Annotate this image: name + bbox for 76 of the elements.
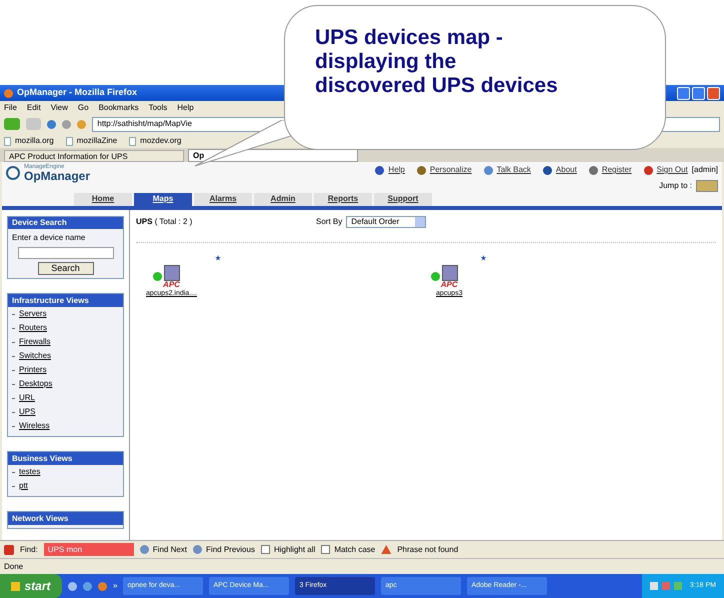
- link-icon: [484, 166, 493, 174]
- callout-text: UPS devices map - displaying the discovered UPS devices: [315, 26, 559, 98]
- browser-tab[interactable]: APC Product Information for UPS: [4, 150, 184, 162]
- warning-icon: [381, 545, 392, 554]
- menu-item[interactable]: Bookmarks: [98, 102, 139, 114]
- find-previous-button[interactable]: Find Previous: [193, 544, 255, 556]
- checkbox[interactable]: [321, 545, 330, 554]
- jump-to-button[interactable]: [696, 180, 718, 192]
- view-link[interactable]: Firewalls: [19, 336, 51, 348]
- vendor-logo: APC: [163, 281, 180, 289]
- header-link[interactable]: Sign Out: [656, 164, 688, 176]
- vendor-logo: APC: [440, 281, 458, 289]
- view-link[interactable]: Routers: [19, 322, 48, 334]
- bookmark-link[interactable]: mozillaZine: [66, 135, 118, 147]
- view-link[interactable]: UPS: [19, 406, 36, 418]
- status-text: Done: [4, 560, 24, 572]
- nav-tab[interactable]: Reports: [314, 193, 372, 206]
- header-link[interactable]: Personalize: [430, 164, 472, 176]
- find-next-button[interactable]: Find Next: [140, 544, 188, 556]
- start-button[interactable]: start: [0, 574, 62, 598]
- map-title: UPS ( Total : 2 ): [136, 216, 194, 228]
- nav-tab[interactable]: Home: [74, 193, 132, 206]
- search-button[interactable]: Search: [38, 262, 94, 275]
- menu-item[interactable]: Tools: [148, 102, 168, 114]
- header-link[interactable]: About: [556, 164, 577, 176]
- nav-tab[interactable]: Support: [374, 193, 432, 206]
- checkbox-label: Match case: [334, 544, 376, 556]
- header-link[interactable]: Talk Back: [496, 164, 531, 176]
- view-link[interactable]: Switches: [19, 350, 52, 362]
- menu-item[interactable]: Edit: [26, 102, 41, 114]
- bookmark-link[interactable]: mozilla.org: [4, 135, 54, 147]
- menu-item[interactable]: File: [4, 102, 17, 114]
- view-link[interactable]: ptt: [19, 480, 28, 492]
- header-link[interactable]: Register: [602, 164, 632, 176]
- view-link[interactable]: Desktops: [19, 378, 52, 390]
- link-icon: [542, 166, 552, 174]
- panel-title: Infrastructure Views: [8, 294, 124, 307]
- nav-tab[interactable]: Maps: [134, 193, 192, 206]
- maximize-button[interactable]: [692, 86, 705, 100]
- view-link[interactable]: Printers: [19, 364, 47, 376]
- device-name-field[interactable]: [18, 247, 114, 259]
- find-field[interactable]: UPS mon: [44, 543, 134, 556]
- checkbox-label: Highlight all: [274, 544, 316, 556]
- user-name: [admin]: [692, 164, 718, 176]
- overflow-chevron[interactable]: »: [113, 580, 118, 592]
- panel-title: Network Views: [8, 512, 124, 525]
- close-button[interactable]: [707, 86, 720, 100]
- link-icon: [416, 166, 426, 174]
- link-icon: [644, 166, 653, 174]
- view-link[interactable]: Servers: [19, 308, 47, 320]
- panel-title: Device Search: [8, 217, 124, 229]
- find-label: Find:: [20, 544, 38, 556]
- menu-item[interactable]: View: [50, 102, 68, 114]
- menu-item[interactable]: Help: [177, 102, 194, 114]
- jump-to-label: Jump to :: [659, 180, 692, 192]
- checkbox[interactable]: [260, 545, 270, 554]
- nav-tab[interactable]: Admin: [254, 193, 312, 206]
- window-title: OpManager - Mozilla Firefox: [17, 86, 138, 100]
- sort-label: Sort By: [316, 216, 342, 228]
- search-label: Enter a device name: [11, 232, 86, 244]
- link-icon: [588, 166, 598, 174]
- header-link[interactable]: Help: [388, 164, 405, 176]
- bookmark-link[interactable]: mozdev.org: [129, 135, 182, 147]
- view-link[interactable]: Wireless: [19, 420, 50, 432]
- sort-select[interactable]: Default Order: [346, 216, 426, 228]
- view-link[interactable]: URL: [19, 392, 36, 404]
- ups-device-icon: [442, 265, 458, 281]
- nav-tab[interactable]: Alarms: [194, 193, 252, 206]
- panel-title: Business Views: [8, 452, 124, 465]
- close-icon[interactable]: [4, 544, 14, 554]
- ups-device-icon: [164, 265, 180, 281]
- find-message: Phrase not found: [397, 544, 458, 556]
- minimize-button[interactable]: [677, 86, 690, 100]
- view-link[interactable]: testes: [19, 466, 40, 478]
- link-icon: [375, 166, 384, 174]
- menu-item[interactable]: Go: [78, 102, 89, 114]
